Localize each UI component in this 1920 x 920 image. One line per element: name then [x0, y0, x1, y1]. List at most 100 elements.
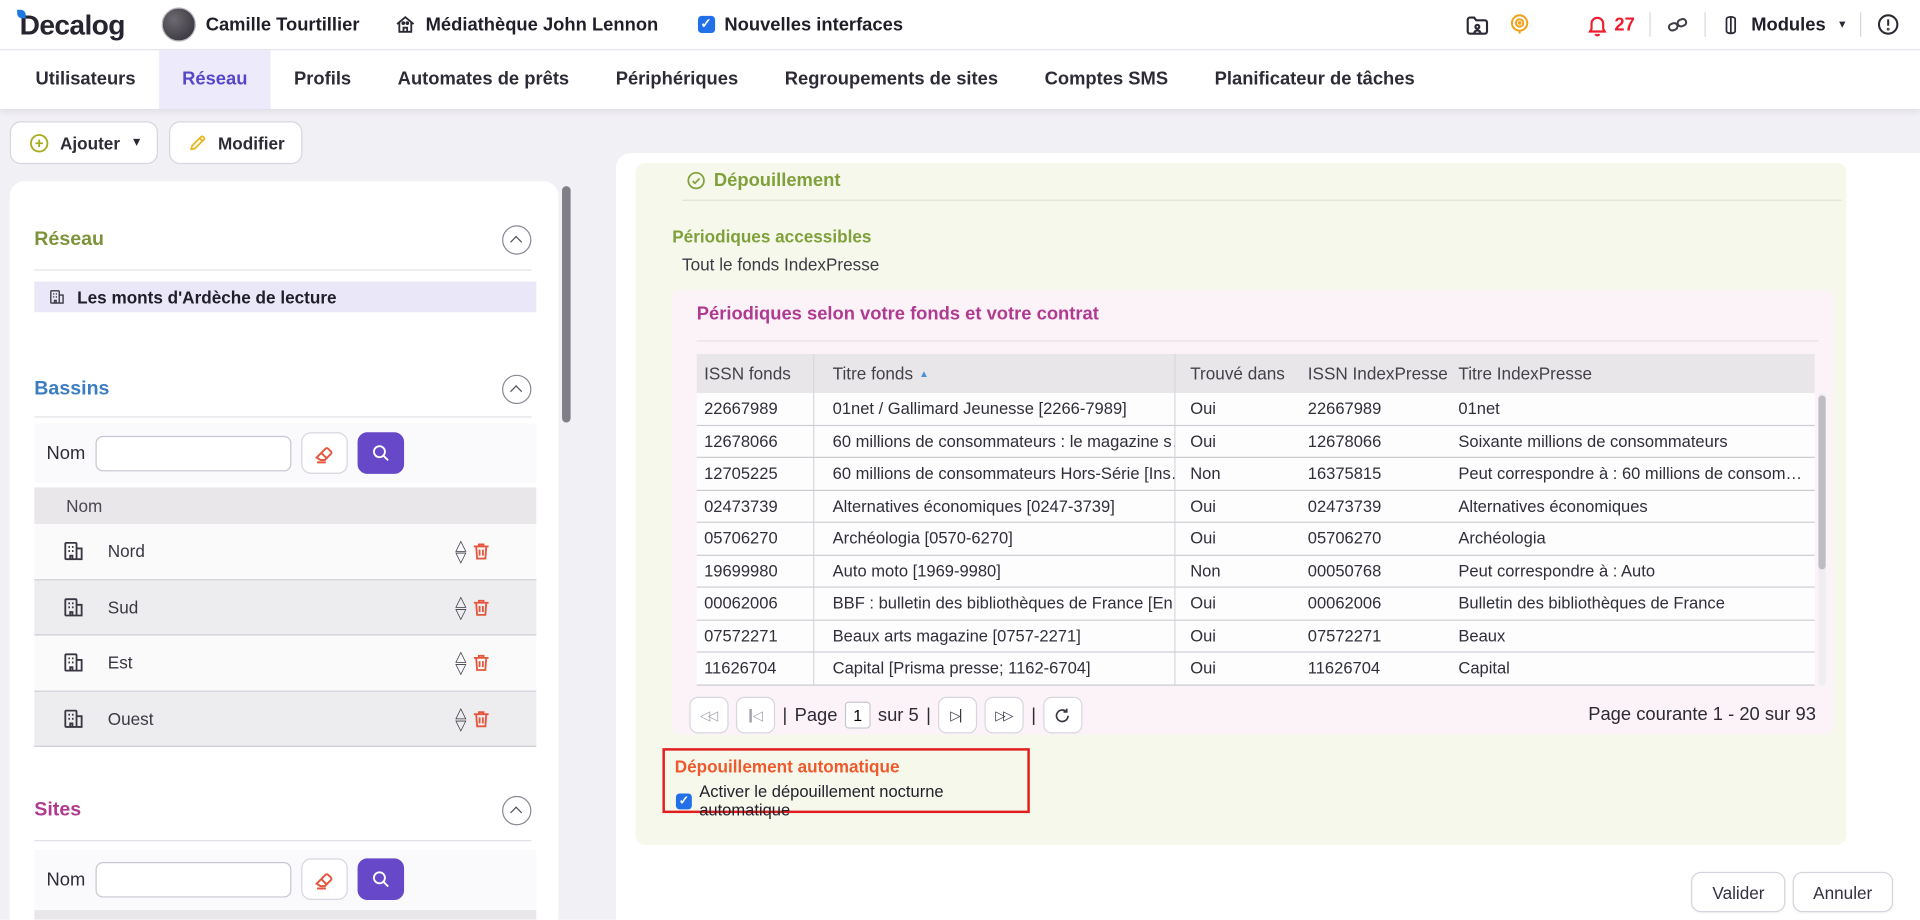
table-cell: Oui	[1176, 393, 1298, 424]
table-scrollbar[interactable]	[1818, 393, 1825, 686]
page-first-button[interactable]: ◁	[736, 697, 775, 734]
table-row[interactable]: 02473739Alternatives économiques [0247-3…	[697, 490, 1815, 522]
tab-utilisateurs[interactable]: Utilisateurs	[12, 50, 159, 109]
sidebar-scrollbar[interactable]	[562, 184, 571, 920]
link-chain-icon[interactable]	[1665, 12, 1689, 36]
table-row[interactable]: 19699980Auto moto [1969-9980]Non00050768…	[697, 555, 1815, 587]
tab-comptes-sms[interactable]: Comptes SMS	[1021, 50, 1191, 109]
move-down-icon[interactable]: ▽	[455, 551, 466, 563]
table-row[interactable]: 07572271Beaux arts magazine [0757-2271]O…	[697, 620, 1815, 652]
bassin-row[interactable]: Est△▽	[34, 636, 536, 692]
table-cell: Non	[1176, 555, 1298, 586]
caret-down-icon: ▾	[133, 136, 139, 149]
caret-down-icon: ▾	[1839, 18, 1845, 31]
collapse-network-icon[interactable]	[502, 225, 531, 254]
page-rewind-button[interactable]: ◁◁	[689, 697, 728, 734]
pencil-icon	[187, 132, 208, 153]
building-icon	[61, 595, 85, 619]
table-row[interactable]: 1270522560 millions de consommateurs Hor…	[697, 458, 1815, 490]
network-selected-label: Les monts d'Ardèche de lecture	[77, 287, 336, 307]
sites-search-label: Nom	[47, 869, 86, 890]
column-header-issn-indexpresse[interactable]: ISSN IndexPresse	[1298, 354, 1451, 393]
table-row[interactable]: 2266798901net / Gallimard Jeunesse [2266…	[697, 393, 1815, 425]
top-header: Decalog Camille Tourtillier Médiathèque …	[0, 0, 1920, 50]
tab-planificateur-de-t-ches[interactable]: Planificateur de tâches	[1191, 50, 1438, 109]
column-header-titre-indexpresse[interactable]: Titre IndexPresse	[1451, 354, 1815, 393]
table-cell: 02473739	[697, 490, 815, 521]
table-scrollbar-thumb[interactable]	[1818, 396, 1825, 570]
new-interfaces-label: Nouvelles interfaces	[724, 14, 903, 35]
bassin-name: Sud	[108, 597, 139, 617]
table-cell: 05706270	[697, 523, 815, 554]
delete-trash-icon[interactable]	[470, 540, 492, 562]
edit-button[interactable]: Modifier	[169, 121, 303, 164]
periodicals-table-card: Périodiques selon votre fonds et votre c…	[672, 290, 1833, 734]
bassins-search-input[interactable]	[95, 435, 291, 471]
auto-depouillement-checkbox[interactable]: ✓	[676, 793, 692, 809]
main-nav: UtilisateursRéseauProfilsAutomates de pr…	[0, 50, 1920, 110]
table-cell: Auto moto [1969-9980]	[814, 555, 1175, 586]
table-cell: 00062006	[1298, 588, 1451, 619]
bassins-search-label: Nom	[47, 443, 86, 464]
tab-r-seau[interactable]: Réseau	[159, 50, 271, 109]
cancel-button[interactable]: Annuler	[1792, 872, 1893, 912]
move-down-icon[interactable]: ▽	[455, 663, 466, 675]
plus-circle-icon	[28, 132, 50, 154]
table-row[interactable]: 11626704Capital [Prisma presse; 1162-670…	[697, 653, 1815, 685]
delete-trash-icon[interactable]	[470, 596, 492, 618]
tab-regroupements-de-sites[interactable]: Regroupements de sites	[761, 50, 1021, 109]
section-title-row: Dépouillement	[686, 170, 841, 191]
move-down-icon[interactable]: ▽	[455, 607, 466, 619]
page-next-button[interactable]: ▷	[938, 697, 977, 734]
modules-cube-icon	[1721, 14, 1742, 35]
modules-menu[interactable]: Modules ▾	[1721, 14, 1846, 35]
folder-user-icon[interactable]	[1465, 12, 1491, 38]
bassin-row[interactable]: Nord△▽	[34, 524, 536, 580]
table-row[interactable]: 05706270Archéologia [0570-6270]Oui057062…	[697, 523, 1815, 555]
column-header-trouv-dans[interactable]: Trouvé dans	[1176, 354, 1298, 393]
table-cell: 11626704	[1298, 653, 1451, 684]
page-last-button[interactable]: ▷▷	[985, 697, 1024, 734]
bassins-clear-button[interactable]	[301, 432, 348, 474]
avatar[interactable]	[162, 7, 196, 41]
library-menu[interactable]: Médiathèque John Lennon	[394, 13, 658, 35]
sites-clear-button[interactable]	[301, 858, 348, 900]
bassin-row[interactable]: Ouest△▽	[34, 691, 536, 747]
page-number-input[interactable]	[845, 702, 871, 729]
column-header-issn-fonds[interactable]: ISSN fonds	[697, 354, 815, 393]
sidebar-scrollbar-thumb[interactable]	[562, 186, 571, 422]
table-cell: Soixante millions de consommateurs	[1451, 426, 1815, 457]
tab-p-riph-riques[interactable]: Périphériques	[592, 50, 761, 109]
new-interfaces-toggle[interactable]: ✓ Nouvelles interfaces	[697, 14, 903, 35]
table-cell: Oui	[1176, 588, 1298, 619]
sites-search-input[interactable]	[95, 861, 291, 897]
collapse-bassins-icon[interactable]	[502, 375, 531, 404]
network-selected-item[interactable]: Les monts d'Ardèche de lecture	[34, 282, 536, 313]
refresh-button[interactable]	[1043, 697, 1082, 734]
new-interfaces-checkbox[interactable]: ✓	[697, 16, 714, 33]
tab-automates-de-pr-ts[interactable]: Automates de prêts	[374, 50, 592, 109]
add-button[interactable]: Ajouter ▾	[10, 121, 158, 164]
table-row[interactable]: 1267806660 millions de consommateurs : l…	[697, 426, 1815, 458]
sites-section-header: Sites	[34, 796, 531, 825]
delete-trash-icon[interactable]	[470, 707, 492, 729]
table-row[interactable]: 00062006BBF : bulletin des bibliothèques…	[697, 588, 1815, 620]
column-header-titre-fonds[interactable]: Titre fonds▲	[814, 354, 1175, 393]
move-down-icon[interactable]: ▽	[455, 718, 466, 730]
info-icon[interactable]	[1876, 12, 1900, 36]
accessible-periodicals-title: Périodiques accessibles	[672, 227, 871, 247]
tab-profils[interactable]: Profils	[271, 50, 375, 109]
beacon-icon[interactable]	[1508, 12, 1532, 36]
sites-search-button[interactable]	[357, 858, 404, 900]
validate-button[interactable]: Valider	[1692, 872, 1786, 912]
bassin-row[interactable]: Sud△▽	[34, 580, 536, 636]
bassin-name: Nord	[108, 542, 145, 562]
delete-trash-icon[interactable]	[470, 652, 492, 674]
collapse-sites-icon[interactable]	[502, 796, 531, 825]
table-cell: 12705225	[697, 458, 815, 489]
divider	[34, 416, 531, 417]
notifications-bell-icon[interactable]	[1586, 13, 1609, 36]
sites-section-title: Sites	[34, 800, 81, 822]
bassins-search-button[interactable]	[357, 432, 404, 474]
user-menu[interactable]: Camille Tourtillier	[162, 7, 360, 41]
